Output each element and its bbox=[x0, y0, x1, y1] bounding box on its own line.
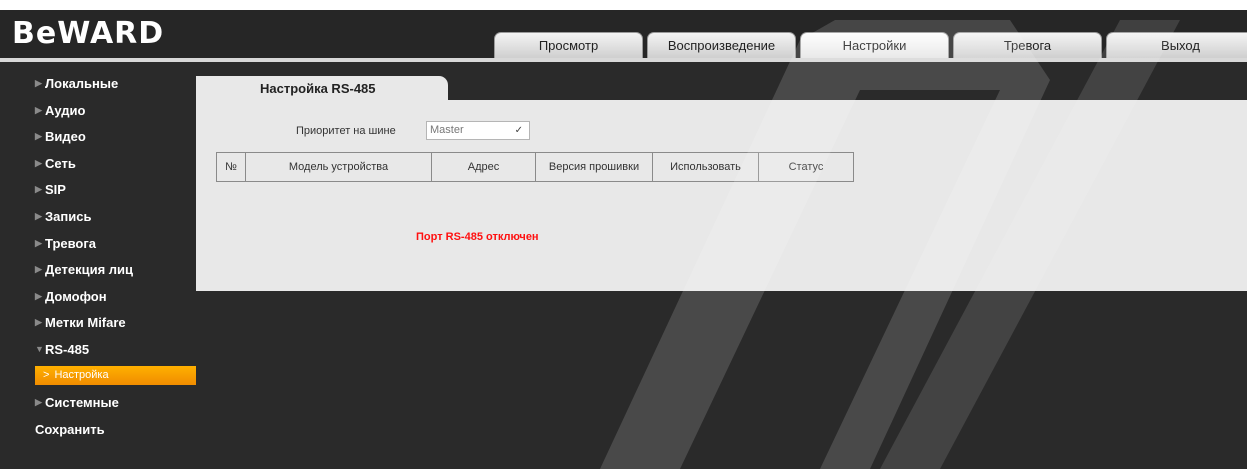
sidebar-item-local[interactable]: ▶ Локальные bbox=[0, 73, 196, 94]
triangle-right-icon: ▶ bbox=[35, 237, 42, 248]
sidebar-item-record[interactable]: ▶ Запись bbox=[0, 206, 196, 227]
content-tab[interactable]: Настройка RS-485 bbox=[196, 76, 448, 101]
triangle-right-icon: ▶ bbox=[35, 397, 42, 408]
column-header-use: Использовать bbox=[652, 152, 759, 182]
sidebar: ▶ Локальные ▶ Аудио ▶ Видео ▶ Сеть ▶ SIP… bbox=[0, 73, 196, 445]
sidebar-item-label: Детекция лиц bbox=[45, 262, 134, 278]
bus-priority-value: Master bbox=[430, 124, 464, 136]
header: BeWARD Просмотр Воспроизведение Настройк… bbox=[0, 10, 1247, 62]
sidebar-item-network[interactable]: ▶ Сеть bbox=[0, 153, 196, 174]
sidebar-item-label: Тревога bbox=[45, 235, 97, 251]
sidebar-item-alarm[interactable]: ▶ Тревога bbox=[0, 233, 196, 254]
sidebar-item-video[interactable]: ▶ Видео bbox=[0, 126, 196, 147]
sidebar-subitem-label: Настройка bbox=[54, 368, 109, 381]
sidebar-item-audio[interactable]: ▶ Аудио bbox=[0, 100, 196, 121]
triangle-right-icon: ▶ bbox=[35, 184, 42, 195]
triangle-right-icon: ▶ bbox=[35, 104, 42, 115]
sidebar-item-label: Локальные bbox=[45, 76, 119, 91]
tab-view[interactable]: Просмотр bbox=[494, 32, 643, 58]
bus-priority-select[interactable]: Master ✓ bbox=[426, 121, 530, 140]
triangle-right-icon: ▶ bbox=[35, 290, 42, 301]
port-status-message: Порт RS-485 отключен bbox=[416, 231, 539, 243]
tab-alarm[interactable]: Тревога bbox=[953, 32, 1102, 58]
chevron-down-icon: ✓ bbox=[514, 125, 523, 136]
tab-playback[interactable]: Воспроизведение bbox=[647, 32, 796, 58]
triangle-right-icon: ▶ bbox=[35, 131, 42, 142]
triangle-right-icon: ▶ bbox=[35, 264, 42, 275]
column-header-model: Модель устройства bbox=[245, 152, 432, 182]
bus-priority-label: Приоритет на шине bbox=[296, 125, 396, 137]
sidebar-item-label: Аудио bbox=[45, 102, 86, 118]
sidebar-item-label: Домофон bbox=[45, 288, 107, 304]
column-header-number: № bbox=[216, 152, 246, 182]
sidebar-item-rs485[interactable]: ▼ RS-485 bbox=[0, 339, 196, 360]
triangle-right-icon: ▶ bbox=[35, 210, 42, 221]
column-header-address: Адрес bbox=[431, 152, 536, 182]
sidebar-item-face-detection[interactable]: ▶ Детекция лиц bbox=[0, 259, 196, 280]
sidebar-item-label: RS-485 bbox=[45, 341, 90, 357]
triangle-right-icon: ▶ bbox=[35, 78, 42, 88]
sidebar-item-label: Запись bbox=[45, 208, 92, 224]
sidebar-item-mifare[interactable]: ▶ Метки Mifare bbox=[0, 312, 196, 333]
tab-logout[interactable]: Выход bbox=[1106, 32, 1247, 58]
sidebar-item-label: Сеть bbox=[45, 155, 76, 171]
sidebar-item-label: Метки Mifare bbox=[45, 315, 126, 331]
chevron-right-icon: > bbox=[43, 368, 50, 381]
column-header-status: Статус bbox=[758, 152, 854, 182]
tab-settings[interactable]: Настройки bbox=[800, 32, 949, 58]
sidebar-item-label: Видео bbox=[45, 129, 86, 145]
sidebar-item-save[interactable]: Сохранить bbox=[0, 419, 196, 440]
top-nav: Просмотр Воспроизведение Настройки Трево… bbox=[494, 32, 1247, 58]
sidebar-item-label: Сохранить bbox=[35, 421, 105, 437]
triangle-down-icon: ▼ bbox=[35, 343, 44, 354]
column-header-firmware: Версия прошивки bbox=[535, 152, 653, 182]
sidebar-item-intercom[interactable]: ▶ Домофон bbox=[0, 286, 196, 307]
web-interface: BeWARD Просмотр Воспроизведение Настройк… bbox=[0, 10, 1247, 469]
brand-logo: BeWARD bbox=[12, 16, 165, 51]
rs485-device-table: № Модель устройства Адрес Версия прошивк… bbox=[216, 152, 854, 182]
content-tab-title: Настройка RS-485 bbox=[260, 81, 376, 96]
sidebar-item-label: SIP bbox=[45, 182, 66, 198]
triangle-right-icon: ▶ bbox=[35, 317, 42, 328]
header-divider bbox=[0, 58, 1247, 62]
triangle-right-icon: ▶ bbox=[35, 157, 42, 168]
sidebar-item-sip[interactable]: ▶ SIP bbox=[0, 179, 196, 200]
sidebar-item-system[interactable]: ▶ Системные bbox=[0, 392, 196, 413]
sidebar-item-label: Системные bbox=[45, 395, 119, 411]
table-header-row: № Модель устройства Адрес Версия прошивк… bbox=[216, 152, 854, 182]
sidebar-subitem-rs485-settings[interactable]: > Настройка bbox=[35, 365, 196, 385]
